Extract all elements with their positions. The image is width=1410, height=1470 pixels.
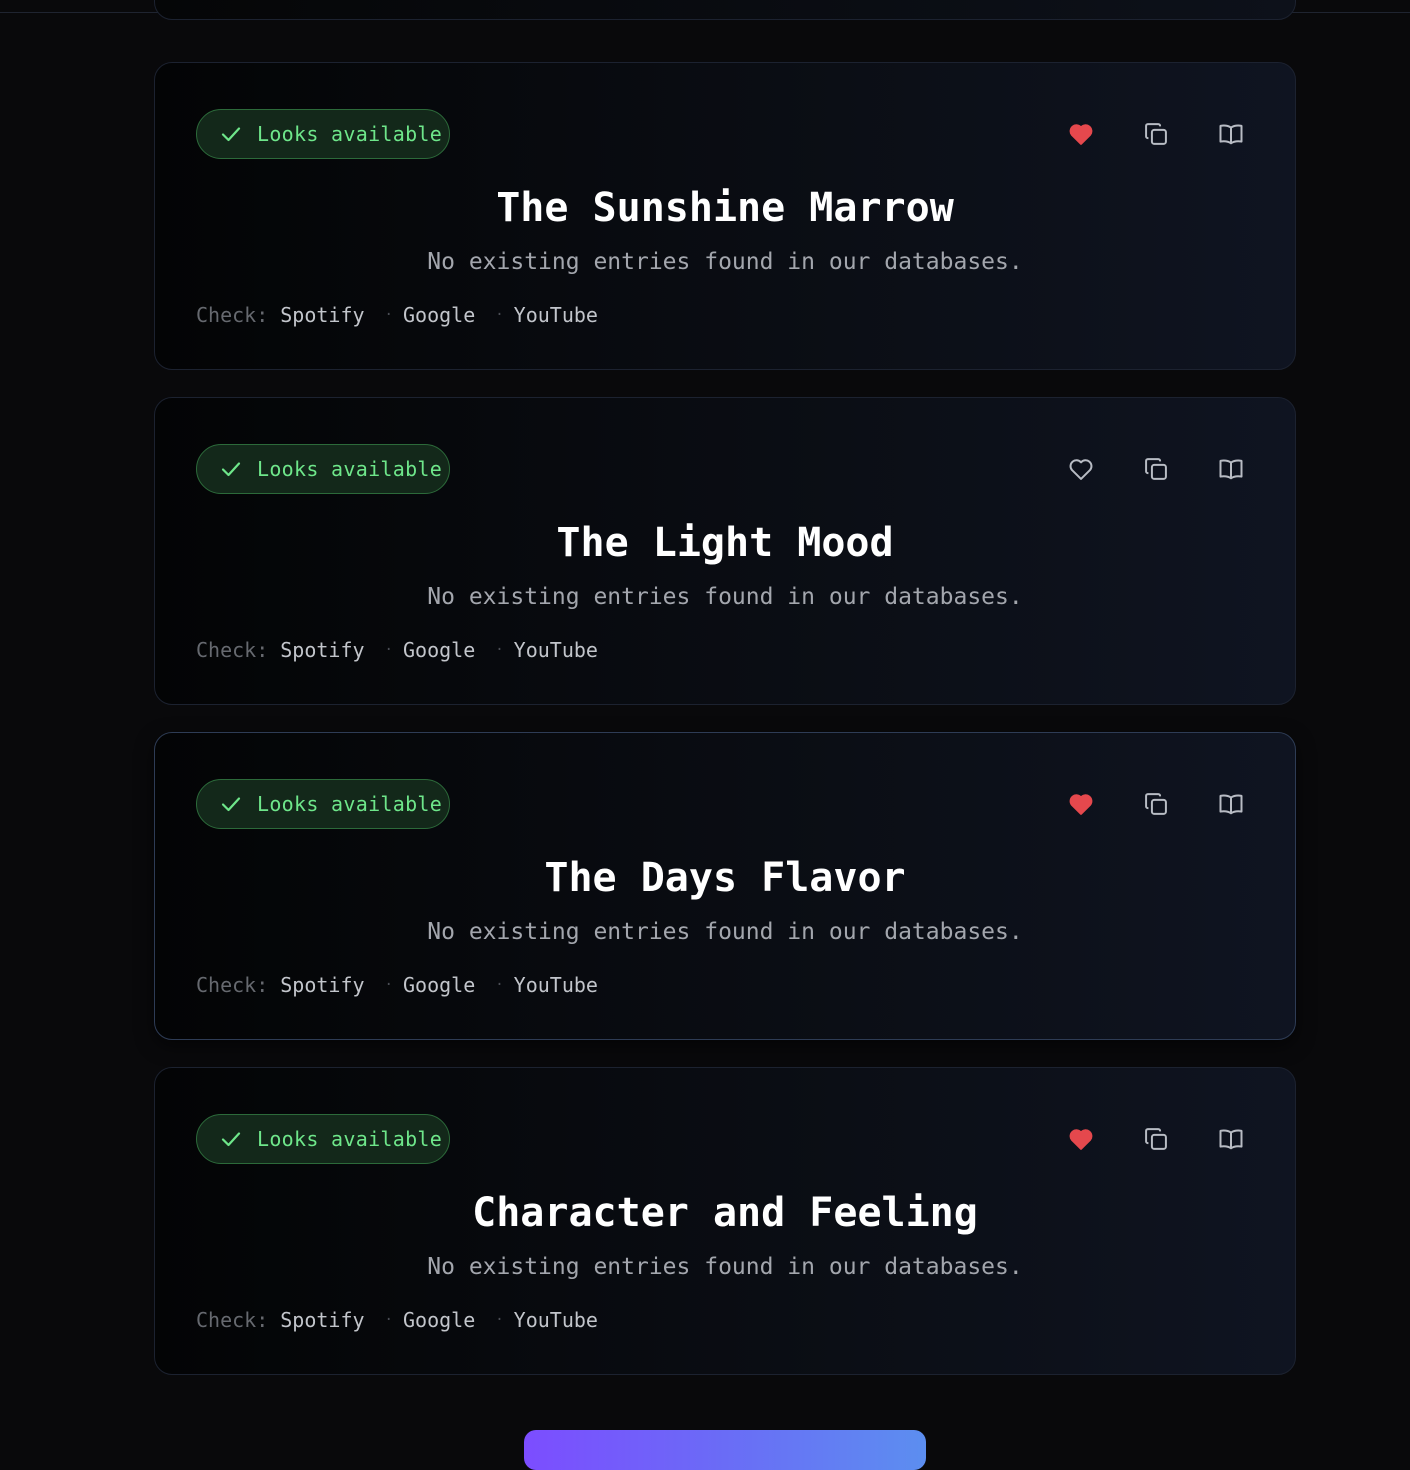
name-title: Character and Feeling [472, 1190, 978, 1236]
badge-label: Looks available [257, 792, 443, 816]
heart-icon [1069, 1129, 1093, 1150]
badge-label: Looks available [257, 122, 443, 146]
favorite-button[interactable] [1063, 786, 1099, 822]
check-icon [221, 462, 241, 477]
copy-icon [1145, 123, 1167, 145]
check-label: Check: [196, 973, 269, 997]
copy-button[interactable] [1138, 116, 1174, 152]
card-actions [1024, 1121, 1249, 1157]
google-link[interactable]: Google [403, 303, 475, 327]
result-card: Looks available Character and Feeling No… [154, 1067, 1296, 1375]
youtube-link[interactable]: YouTube [514, 638, 598, 662]
card-actions [1024, 451, 1249, 487]
youtube-link[interactable]: YouTube [514, 1308, 598, 1332]
check-icon [221, 797, 241, 812]
copy-icon [1145, 458, 1167, 480]
link-separator: · [384, 642, 393, 658]
status-message: No existing entries found in our databas… [427, 919, 1023, 945]
availability-badge: Looks available [196, 779, 450, 829]
favorite-button[interactable] [1063, 116, 1099, 152]
favorite-button[interactable] [1063, 1121, 1099, 1157]
link-separator: · [495, 1312, 504, 1328]
favorite-button[interactable] [1063, 451, 1099, 487]
dictionary-button[interactable] [1213, 1121, 1249, 1157]
result-card: Looks available The Days Flavor No exist… [154, 732, 1296, 1040]
link-separator: · [384, 1312, 393, 1328]
check-links: Check: Spotify · Google · YouTube [196, 638, 598, 662]
spotify-link[interactable]: Spotify [280, 638, 364, 662]
youtube-link[interactable]: YouTube [514, 303, 598, 327]
book-open-icon [1219, 124, 1243, 145]
card-actions [1024, 116, 1249, 152]
check-links: Check: Spotify · Google · YouTube [196, 1308, 598, 1332]
availability-badge: Looks available [196, 1114, 450, 1164]
check-label: Check: [196, 638, 269, 662]
name-title: The Light Mood [556, 520, 894, 566]
check-icon [221, 1132, 241, 1147]
dictionary-button[interactable] [1213, 116, 1249, 152]
check-links: Check: Spotify · Google · YouTube [196, 303, 598, 327]
link-separator: · [495, 977, 504, 993]
status-message: No existing entries found in our databas… [427, 584, 1023, 610]
check-links: Check: Spotify · Google · YouTube [196, 973, 598, 997]
name-title: The Days Flavor [544, 855, 906, 901]
check-label: Check: [196, 1308, 269, 1332]
check-icon [221, 127, 241, 142]
previous-result-card [154, 0, 1296, 20]
availability-badge: Looks available [196, 109, 450, 159]
spotify-link[interactable]: Spotify [280, 1308, 364, 1332]
book-open-icon [1219, 459, 1243, 480]
heart-icon [1069, 124, 1093, 145]
link-separator: · [495, 642, 504, 658]
generate-more-button[interactable] [524, 1430, 926, 1470]
dictionary-button[interactable] [1213, 451, 1249, 487]
badge-label: Looks available [257, 457, 443, 481]
name-title: The Sunshine Marrow [496, 185, 954, 231]
google-link[interactable]: Google [403, 638, 475, 662]
dictionary-button[interactable] [1213, 786, 1249, 822]
copy-button[interactable] [1138, 1121, 1174, 1157]
link-separator: · [384, 977, 393, 993]
copy-button[interactable] [1138, 786, 1174, 822]
spotify-link[interactable]: Spotify [280, 303, 364, 327]
result-card: Looks available The Sunshine Marrow No e… [154, 62, 1296, 370]
status-message: No existing entries found in our databas… [427, 1254, 1023, 1280]
google-link[interactable]: Google [403, 1308, 475, 1332]
status-message: No existing entries found in our databas… [427, 249, 1023, 275]
copy-icon [1145, 793, 1167, 815]
link-separator: · [384, 307, 393, 323]
book-open-icon [1219, 1129, 1243, 1150]
book-open-icon [1219, 794, 1243, 815]
badge-label: Looks available [257, 1127, 443, 1151]
heart-icon [1069, 459, 1093, 480]
availability-badge: Looks available [196, 444, 450, 494]
copy-icon [1145, 1128, 1167, 1150]
check-label: Check: [196, 303, 269, 327]
google-link[interactable]: Google [403, 973, 475, 997]
heart-icon [1069, 794, 1093, 815]
card-actions [1024, 786, 1249, 822]
link-separator: · [495, 307, 504, 323]
result-card: Looks available The Light Mood No existi… [154, 397, 1296, 705]
spotify-link[interactable]: Spotify [280, 973, 364, 997]
copy-button[interactable] [1138, 451, 1174, 487]
youtube-link[interactable]: YouTube [514, 973, 598, 997]
